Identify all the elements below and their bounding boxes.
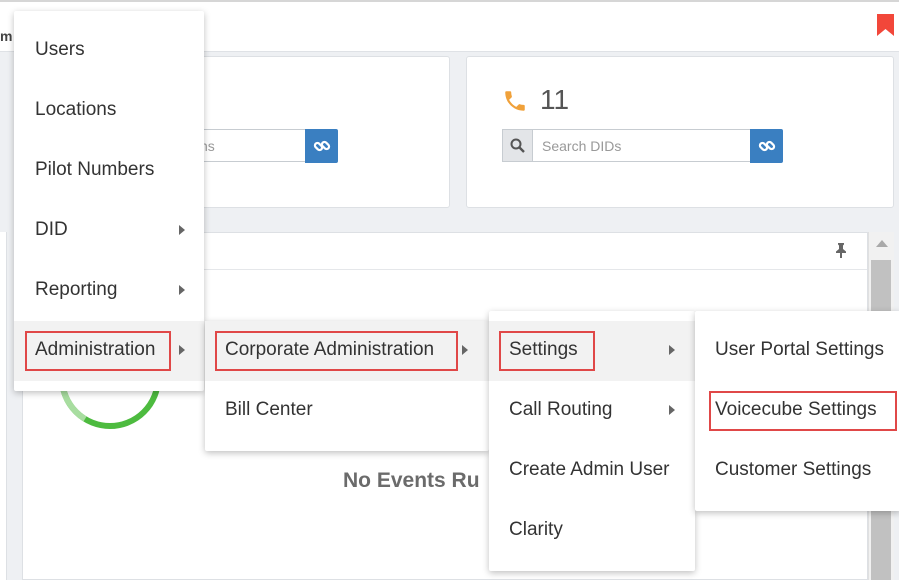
search-addon[interactable] (502, 129, 533, 162)
menu-item-administration[interactable]: Administration (14, 321, 204, 381)
chevron-right-icon (179, 345, 185, 355)
menu-item-reporting[interactable]: Reporting (14, 261, 204, 321)
menu-item-users[interactable]: Users (14, 21, 204, 81)
chevron-right-icon (179, 225, 185, 235)
menu-item-locations[interactable]: Locations (14, 81, 204, 141)
menu-item-settings[interactable]: Settings (489, 321, 695, 381)
no-events-text: No Events Ru (343, 469, 480, 492)
menu-item-label: Locations (35, 99, 117, 120)
bookmark-icon[interactable] (877, 14, 894, 41)
menu-item-label: Users (35, 39, 85, 60)
menu-item-corporate-administration[interactable]: Corporate Administration (205, 321, 489, 381)
topbar-text: m (0, 28, 13, 44)
menu-item-create-admin-user[interactable]: Create Admin User (489, 441, 695, 501)
menu-item-label: Administration (35, 339, 156, 360)
menu-item-label: Create Admin User (509, 459, 670, 480)
menu-item-pilot-numbers[interactable]: Pilot Numbers (14, 141, 204, 201)
menu-item-label: Call Routing (509, 399, 613, 420)
link-icon (758, 140, 775, 152)
chevron-right-icon (462, 345, 468, 355)
main-menu: Users Locations Pilot Numbers DID Report… (14, 11, 204, 391)
menu-item-call-routing[interactable]: Call Routing (489, 381, 695, 441)
menu-item-bill-center[interactable]: Bill Center (205, 381, 489, 441)
menu-item-user-portal-settings[interactable]: User Portal Settings (695, 321, 899, 381)
administration-submenu: Corporate Administration Bill Center (205, 321, 489, 451)
menu-item-label: DID (35, 219, 68, 240)
phone-icon (502, 88, 528, 119)
locations-link-button[interactable] (305, 129, 338, 163)
settings-submenu: User Portal Settings Voicecube Settings … (695, 311, 899, 511)
menu-item-label: Customer Settings (715, 459, 872, 480)
menu-item-label: Settings (509, 339, 578, 360)
menu-item-did[interactable]: DID (14, 201, 204, 261)
did-count: 11 (540, 84, 570, 115)
menu-item-label: Corporate Administration (225, 339, 435, 360)
left-panel-edge (0, 232, 7, 580)
corporate-submenu: Settings Call Routing Create Admin User … (489, 311, 695, 571)
search-icon (510, 138, 525, 153)
chevron-right-icon (179, 285, 185, 295)
menu-item-label: Pilot Numbers (35, 159, 155, 180)
menu-item-clarity[interactable]: Clarity (489, 501, 695, 561)
menu-item-label: Voicecube Settings (715, 399, 877, 420)
did-search-input[interactable] (533, 129, 751, 162)
menu-item-customer-settings[interactable]: Customer Settings (695, 441, 899, 501)
menu-item-label: User Portal Settings (715, 339, 884, 360)
menu-item-label: Clarity (509, 519, 563, 540)
menu-item-label: Bill Center (225, 399, 313, 420)
link-icon (313, 140, 330, 152)
chevron-right-icon (669, 405, 675, 415)
menu-item-voicecube-settings[interactable]: Voicecube Settings (695, 381, 899, 441)
menu-item-label: Reporting (35, 279, 118, 300)
chevron-right-icon (669, 345, 675, 355)
pin-icon[interactable] (835, 243, 847, 263)
scroll-up-icon[interactable] (876, 240, 888, 247)
did-link-button[interactable] (750, 129, 783, 163)
